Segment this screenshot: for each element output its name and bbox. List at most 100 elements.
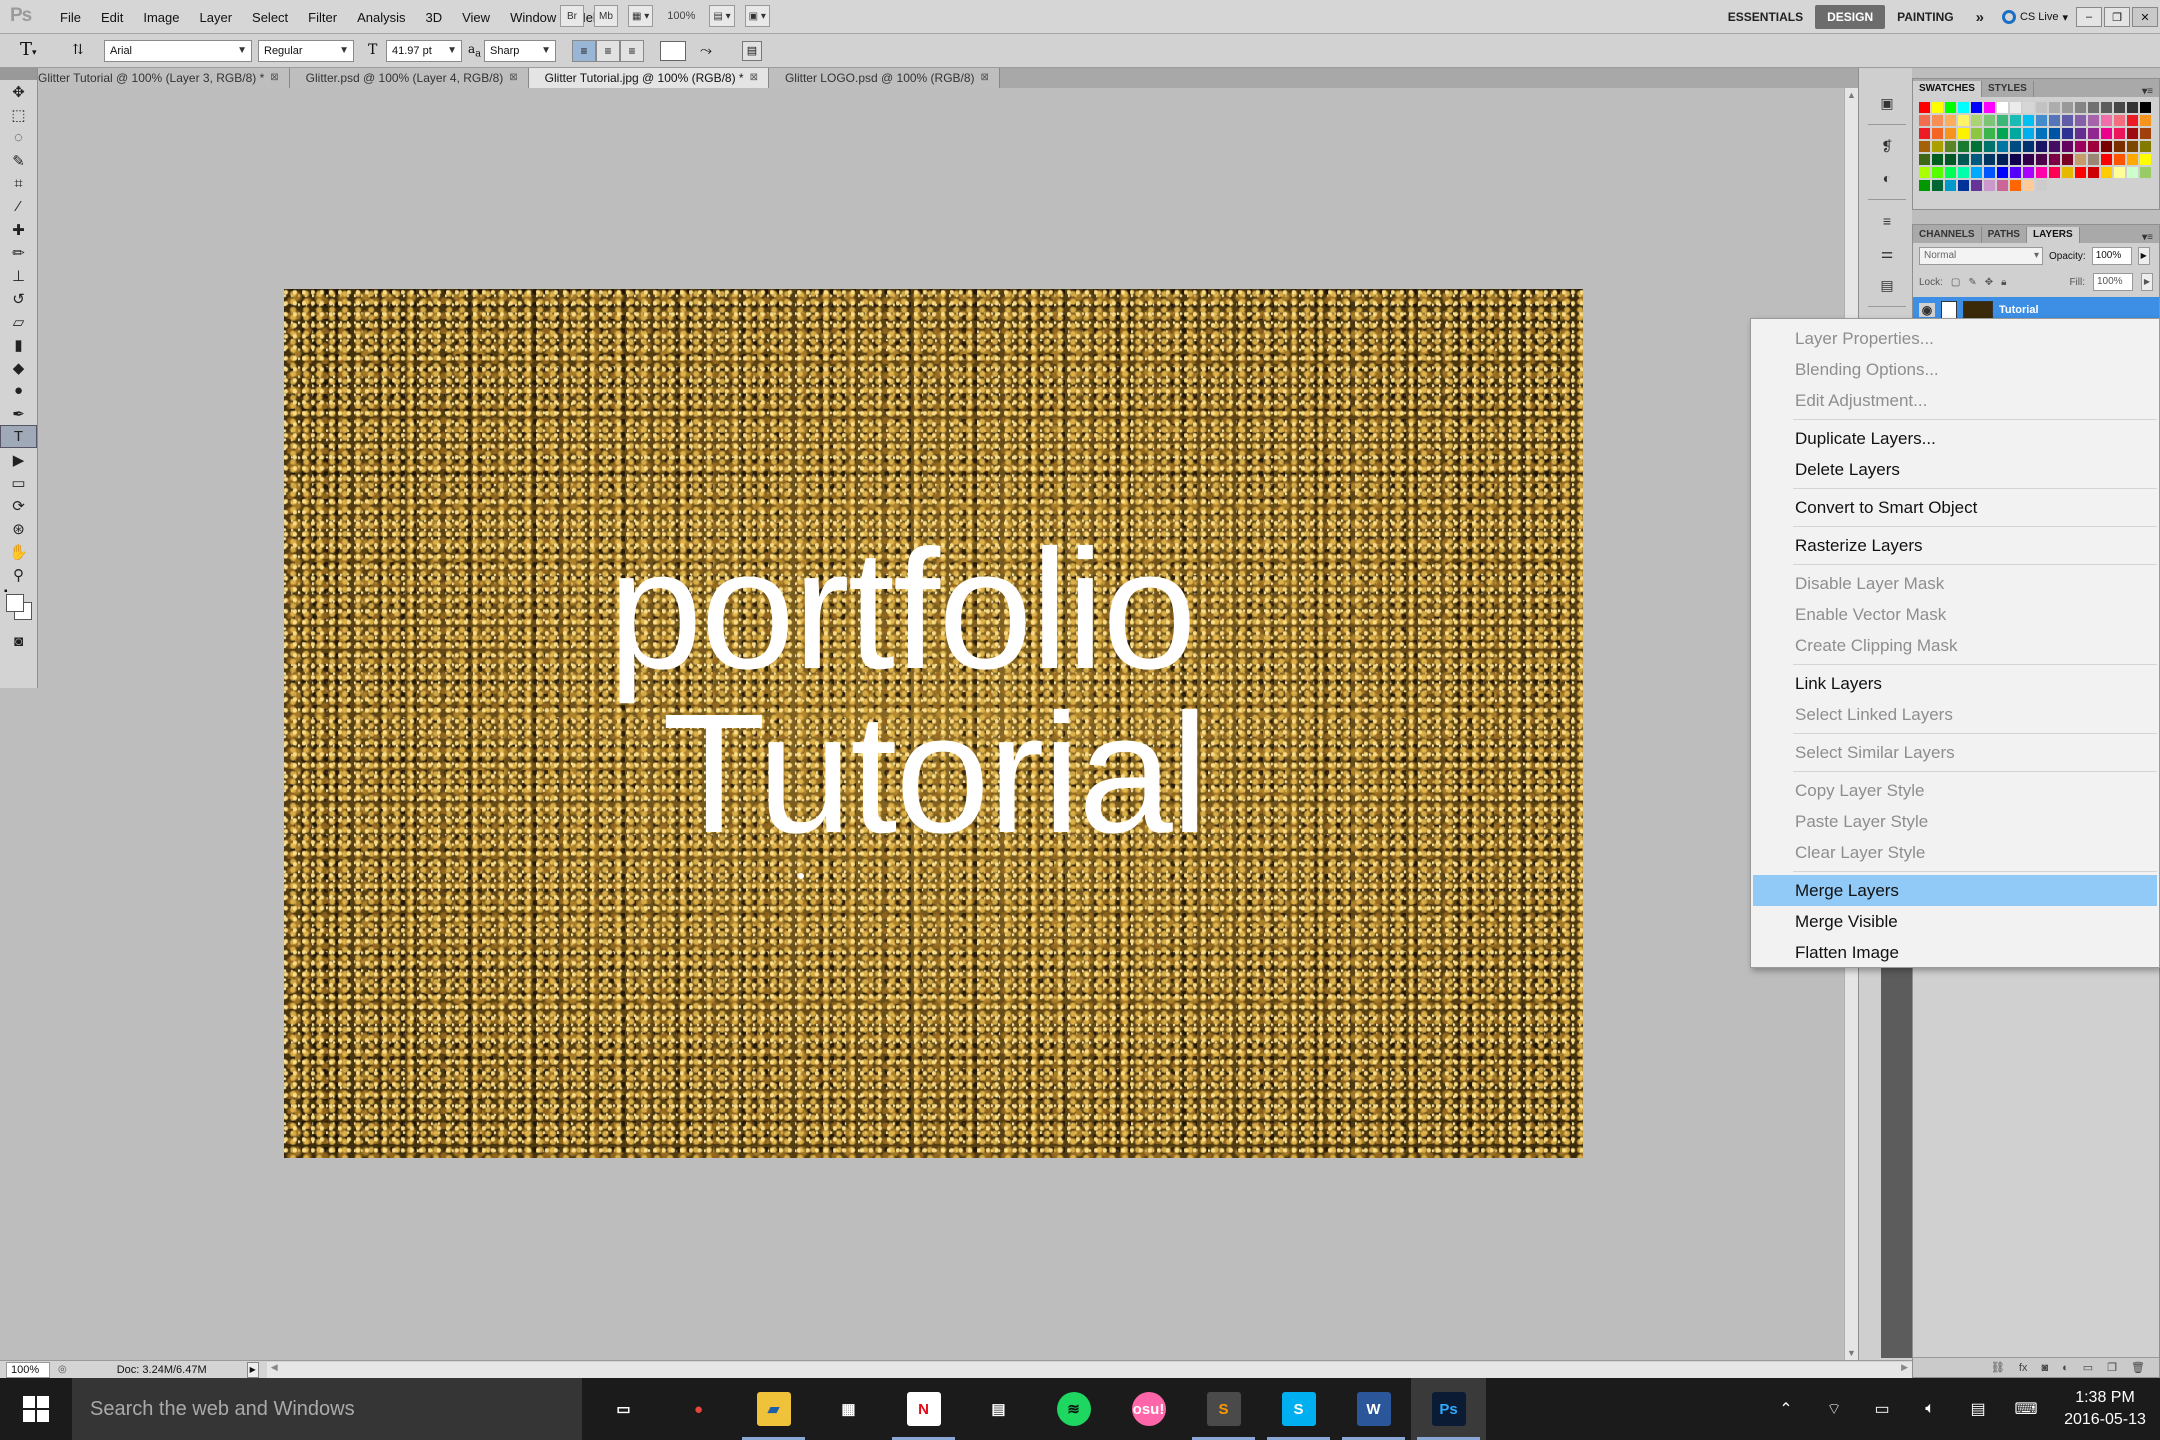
layer-style-icon[interactable]: fx (2019, 1362, 2028, 1374)
color-swatch[interactable] (1971, 141, 1982, 152)
color-swatch[interactable] (1984, 154, 1995, 165)
menu-3d[interactable]: 3D (415, 10, 452, 25)
status-menu-icon[interactable]: ▶ (246, 1361, 259, 1378)
color-swatch[interactable] (2036, 180, 2047, 191)
workspace-design[interactable]: DESIGN (1815, 5, 1886, 29)
taskbar-chrome-button[interactable]: ● (661, 1378, 736, 1440)
restore-icon[interactable]: ❐ (2104, 7, 2130, 27)
move-tool-icon[interactable]: ✥ (0, 80, 37, 103)
color-swatch[interactable] (2140, 154, 2151, 165)
color-swatch[interactable] (2036, 102, 2047, 113)
3d-orbit-tool-icon[interactable]: ⊛ (0, 517, 37, 540)
lock-all-icon[interactable]: 🔒︎ (2001, 277, 2006, 288)
font-family-select[interactable]: Arial ▼ (104, 40, 252, 62)
menu-edit[interactable]: Edit (91, 10, 133, 25)
close-icon[interactable]: ✕ (2132, 7, 2158, 27)
menu-window[interactable]: Window (500, 10, 566, 25)
taskbar-search-box[interactable]: Search the web and Windows (72, 1378, 582, 1440)
color-swatch[interactable] (1919, 167, 1930, 178)
color-swatch[interactable] (2114, 102, 2125, 113)
opacity-slider-icon[interactable]: ▶ (2137, 247, 2150, 265)
marquee-tool-icon[interactable]: ⬚ (0, 103, 37, 126)
masks-panel-icon[interactable]: ▤ (1872, 274, 1902, 296)
volume-icon[interactable]: 🔈︎ (1906, 1400, 1954, 1418)
tab-close-icon[interactable]: ⊠ (750, 68, 758, 88)
lock-transparent-icon[interactable]: ▢ (1951, 277, 1960, 288)
color-swatch[interactable] (2049, 115, 2060, 126)
context-menu-item-merge-visible[interactable]: Merge Visible (1753, 906, 2157, 937)
eraser-tool-icon[interactable]: ▱ (0, 310, 37, 333)
new-adjustment-layer-icon[interactable]: ◐ (2062, 1362, 2069, 1374)
quick-selection-tool-icon[interactable]: ✎ (0, 149, 37, 172)
status-info-icon[interactable]: ◎ (58, 1364, 67, 1375)
tab-styles[interactable]: STYLES (1982, 81, 2034, 97)
menu-layer[interactable]: Layer (190, 10, 243, 25)
color-swatch[interactable] (2036, 128, 2047, 139)
color-swatch[interactable] (1984, 167, 1995, 178)
color-swatch[interactable] (2010, 128, 2021, 139)
color-swatch[interactable] (2127, 102, 2138, 113)
taskbar-word-button[interactable]: W (1336, 1378, 1411, 1440)
color-swatch[interactable] (1997, 115, 2008, 126)
color-swatch[interactable] (1958, 128, 1969, 139)
tab-layers[interactable]: LAYERS (2026, 227, 2080, 243)
color-swatch[interactable] (1932, 167, 1943, 178)
color-swatch[interactable] (2010, 167, 2021, 178)
menu-file[interactable]: File (50, 10, 91, 25)
taskbar-task-view-button[interactable]: ▭ (586, 1378, 661, 1440)
link-layers-icon[interactable]: ⛓ (1991, 1361, 2005, 1374)
hand-tool-icon[interactable]: ✋ (0, 540, 37, 563)
layer-thumbnail[interactable] (1963, 301, 1993, 319)
new-group-icon[interactable]: ▭ (2083, 1361, 2093, 1374)
color-swatch[interactable] (2127, 167, 2138, 178)
color-swatch[interactable] (1945, 180, 1956, 191)
context-menu-item-merge-layers[interactable]: Merge Layers (1753, 875, 2157, 906)
minimize-icon[interactable]: – (2076, 7, 2102, 27)
color-swatch[interactable] (2088, 128, 2099, 139)
action-center-icon[interactable]: ▤ (1954, 1399, 2002, 1419)
color-swatch[interactable] (2114, 167, 2125, 178)
color-swatch[interactable] (2127, 128, 2138, 139)
font-style-select[interactable]: Regular ▼ (258, 40, 354, 62)
bridge-button[interactable]: Br (560, 5, 584, 27)
start-button[interactable] (0, 1378, 72, 1440)
taskbar-skype-button[interactable]: S (1261, 1378, 1336, 1440)
taskbar-netflix-button[interactable]: N (886, 1378, 961, 1440)
color-swatch[interactable] (2062, 154, 2073, 165)
clone-stamp-tool-icon[interactable]: ⊥ (0, 264, 37, 287)
taskbar-osu-button[interactable]: osu! (1111, 1378, 1186, 1440)
rectangle-tool-icon[interactable]: ▭ (0, 471, 37, 494)
context-menu-item-flatten-image[interactable]: Flatten Image (1753, 937, 2157, 968)
color-swatch[interactable] (2010, 102, 2021, 113)
color-swatch[interactable] (2036, 154, 2047, 165)
workspace-painting[interactable]: PAINTING (1885, 10, 1965, 24)
color-swatch[interactable] (2049, 141, 2060, 152)
scroll-right-icon[interactable]: ▶ (1901, 1362, 1908, 1373)
color-swatch[interactable] (1919, 115, 1930, 126)
actions-panel-icon[interactable]: ❡ (1872, 135, 1902, 157)
color-swatch[interactable] (2088, 115, 2099, 126)
cs-live-button[interactable]: CS Live ▾ (1994, 10, 2076, 24)
opacity-field[interactable]: 100% (2091, 247, 2132, 265)
fill-slider-icon[interactable]: ▶ (2141, 273, 2153, 291)
color-swatch[interactable] (1984, 115, 1995, 126)
color-swatch[interactable] (1997, 154, 2008, 165)
align-right-icon[interactable]: ≡ (620, 40, 644, 62)
color-swatch[interactable] (2114, 128, 2125, 139)
color-swatch[interactable] (2127, 141, 2138, 152)
color-swatch[interactable] (2101, 141, 2112, 152)
color-swatch[interactable] (1997, 167, 2008, 178)
color-swatch[interactable] (2075, 115, 2086, 126)
taskbar-store-button[interactable]: ▤ (961, 1378, 1036, 1440)
color-swatch[interactable] (1958, 167, 1969, 178)
color-swatch[interactable] (2062, 115, 2073, 126)
color-swatch[interactable] (1971, 180, 1982, 191)
healing-brush-tool-icon[interactable]: ✚ (0, 218, 37, 241)
menu-analysis[interactable]: Analysis (347, 10, 415, 25)
color-swatch[interactable] (2062, 141, 2073, 152)
taskbar-photoshop-button[interactable]: Ps (1411, 1378, 1486, 1440)
adjustments-panel-icon[interactable]: ⚌ (1872, 242, 1902, 264)
menu-filter[interactable]: Filter (298, 10, 347, 25)
keyboard-icon[interactable]: ⌨ (2002, 1399, 2050, 1419)
context-menu-item-link-layers[interactable]: Link Layers (1753, 668, 2157, 699)
